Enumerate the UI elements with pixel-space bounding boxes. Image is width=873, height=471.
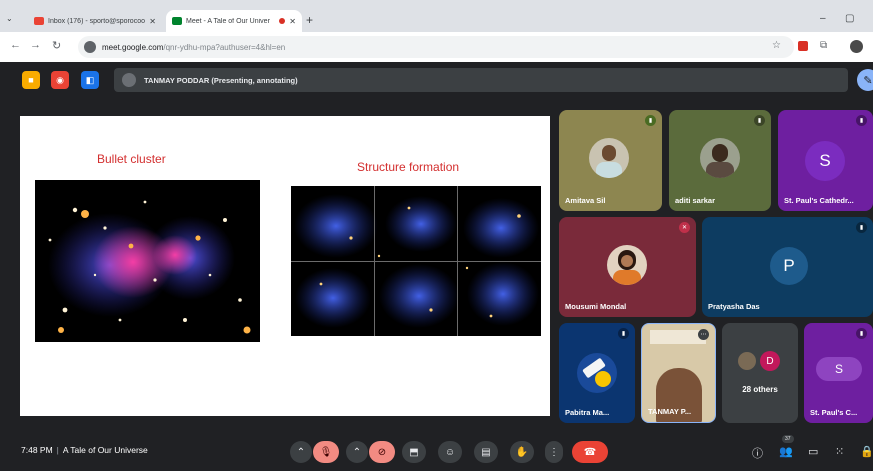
grid-divider <box>291 261 541 262</box>
meet-bottom-bar: 7:48 PM | A Tale of Our Universe ⌃ 🎙 ⌃ ⊘ ⬒… <box>0 432 873 471</box>
gmail-icon <box>34 17 44 25</box>
recording-icon[interactable]: ◉ <box>51 71 69 89</box>
others-avatar <box>738 352 756 370</box>
more-options-icon[interactable]: ⋮ <box>545 441 563 463</box>
new-tab-button[interactable]: + <box>306 13 313 27</box>
maximize-icon[interactable]: ▢ <box>845 13 854 24</box>
slide-title-left: Bullet cluster <box>97 152 166 166</box>
emoji-icon[interactable]: ☺ <box>438 441 462 463</box>
meeting-info: 7:48 PM | A Tale of Our Universe <box>21 445 148 455</box>
participant-name: Pabitra Ma... <box>565 408 610 417</box>
participant-name: TANMAY P... <box>648 407 692 416</box>
clock-time: 7:48 PM <box>21 445 53 455</box>
participant-tile[interactable]: ▮ Amitava Sil <box>559 110 662 211</box>
participant-avatar <box>589 138 629 178</box>
mic-on-icon: ▮ <box>856 115 867 126</box>
participant-avatar <box>700 138 740 178</box>
presenter-banner: TANMAY PODDAR (Presenting, annotating) <box>114 68 848 92</box>
minimize-icon[interactable]: – <box>820 13 826 24</box>
participant-avatar <box>607 245 647 285</box>
mic-on-icon: ▮ <box>856 222 867 233</box>
meet-top-bar: ■ ◉ ◧ TANMAY PODDAR (Presenting, annotat… <box>0 62 873 98</box>
tab-meet[interactable]: Meet - A Tale of Our Univer ✕ <box>166 10 302 32</box>
forward-icon[interactable]: → <box>30 39 41 51</box>
slide-title-right: Structure formation <box>357 160 460 174</box>
people-icon[interactable]: 👥 <box>779 445 793 458</box>
participant-tile[interactable]: P ▮ Pratyasha Das <box>702 217 873 317</box>
participant-initial: S <box>805 141 845 181</box>
close-icon[interactable]: ✕ <box>289 17 296 26</box>
extension-icon[interactable] <box>798 41 808 51</box>
url-text: meet.google.com/qnr-ydhu-mpa?authuser=4&… <box>102 42 286 52</box>
participant-name: St. Paul's C... <box>810 408 858 417</box>
recording-dot-icon <box>279 18 286 24</box>
camera-off-icon[interactable]: ⊘ <box>369 441 395 463</box>
browser-chrome: ⌄ Inbox (176) - sporto@sporocoo ✕ Meet -… <box>0 0 873 62</box>
structure-formation-image <box>291 186 541 336</box>
activities-icon[interactable]: ⁙ <box>835 445 844 458</box>
participant-name: Pratyasha Das <box>708 302 760 311</box>
mic-on-icon: ▮ <box>645 115 656 126</box>
tab-title: Inbox (176) - sporto@sporocoo <box>48 17 145 25</box>
participant-tile[interactable]: ▮ Pabitra Ma... <box>559 323 635 423</box>
participant-name: Mousumi Mondal <box>565 302 627 311</box>
tab-strip: ⌄ Inbox (176) - sporto@sporocoo ✕ Meet -… <box>0 8 873 32</box>
mic-on-icon: ▮ <box>856 328 867 339</box>
lock-icon[interactable]: 🔒 <box>860 445 873 458</box>
participant-initial: P <box>770 247 808 285</box>
separator: | <box>56 445 59 455</box>
mic-off-icon: ✕ <box>679 222 690 233</box>
site-info-icon[interactable] <box>84 41 96 53</box>
profile-icon[interactable] <box>850 40 863 53</box>
mic-on-icon: ▮ <box>754 115 765 126</box>
mic-options-chevron-icon[interactable]: ⌃ <box>290 441 312 463</box>
raise-hand-icon[interactable]: ✋ <box>510 441 534 463</box>
back-icon[interactable]: ← <box>10 39 21 51</box>
companion-icon[interactable]: ◧ <box>81 71 99 89</box>
participant-tile[interactable]: S ▮ St. Paul's C... <box>804 323 873 423</box>
participant-tile[interactable]: ▮ aditi sarkar <box>669 110 771 211</box>
annotate-pen-icon[interactable]: ✎ <box>857 69 873 91</box>
others-initial: D <box>760 351 780 371</box>
participant-name: Amitava Sil <box>565 196 606 205</box>
hangup-icon[interactable]: ☎ <box>572 441 608 463</box>
participant-tile[interactable]: ✕ Mousumi Mondal <box>559 217 696 317</box>
more-icon[interactable]: ⋯ <box>698 329 709 340</box>
info-icon[interactable]: ⓘ <box>752 445 763 461</box>
present-icon[interactable]: ⬒ <box>402 441 426 463</box>
meet-icon <box>172 17 182 25</box>
others-tile[interactable]: D 28 others <box>722 323 798 423</box>
chat-icon[interactable]: ▭ <box>808 445 818 458</box>
star-icon[interactable]: ☆ <box>772 40 781 51</box>
participant-tile-self[interactable]: ⋯ TANMAY P... <box>641 323 716 423</box>
camera-options-chevron-icon[interactable]: ⌃ <box>346 441 368 463</box>
participant-avatar <box>577 353 617 393</box>
extensions-puzzle-icon[interactable]: ⧉ <box>820 40 827 51</box>
mic-off-icon[interactable]: 🎙 <box>313 441 339 463</box>
close-icon[interactable]: ✕ <box>149 17 156 26</box>
tab-title: Meet - A Tale of Our Univer <box>186 17 270 25</box>
tab-search-chevron-down-icon[interactable]: ⌄ <box>6 14 13 23</box>
participant-tile[interactable]: S ▮ St. Paul's Cathedr... <box>778 110 873 211</box>
people-count-badge: 37 <box>782 435 794 443</box>
captions-icon[interactable]: ▤ <box>474 441 498 463</box>
tab-gmail[interactable]: Inbox (176) - sporto@sporocoo ✕ <box>28 10 162 32</box>
presenter-avatar <box>122 73 136 87</box>
participant-name: aditi sarkar <box>675 196 716 205</box>
participant-initial: S <box>816 357 862 381</box>
address-row: ← → ↻ meet.google.com/qnr-ydhu-mpa?authu… <box>0 32 873 62</box>
presenter-text: TANMAY PODDAR (Presenting, annotating) <box>144 75 298 85</box>
shared-slide: Bullet cluster Structure formation <box>20 116 550 416</box>
others-count: 28 others <box>742 385 778 394</box>
reload-icon[interactable]: ↻ <box>52 39 61 52</box>
mic-on-icon: ▮ <box>618 328 629 339</box>
activity-icon[interactable]: ■ <box>22 71 40 89</box>
meeting-title: A Tale of Our Universe <box>62 445 148 455</box>
bullet-cluster-image <box>35 180 260 342</box>
address-bar[interactable]: meet.google.com/qnr-ydhu-mpa?authuser=4&… <box>78 36 794 58</box>
participant-name: St. Paul's Cathedr... <box>784 196 854 205</box>
